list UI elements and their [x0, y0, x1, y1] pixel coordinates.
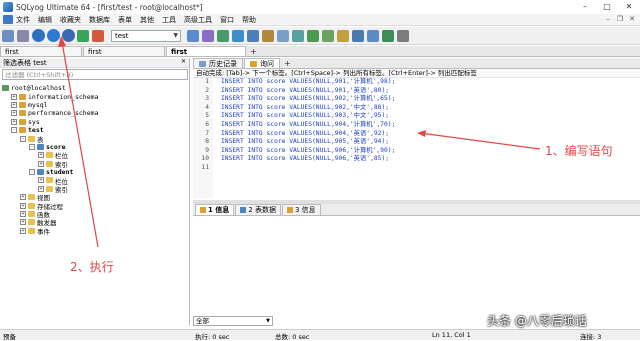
annotation-arrow-editor: [419, 132, 541, 150]
annotation-write-statement: 1、编写语句: [545, 144, 613, 158]
annotation-arrow-execute: [61, 41, 99, 248]
annotation-execute: 2、执行: [70, 260, 114, 274]
arrowhead-icon: [58, 36, 66, 47]
watermark: 头条 @八零后琐话: [487, 314, 587, 328]
annotation-overlay: [58, 36, 541, 248]
arrowhead-icon: [417, 130, 426, 137]
